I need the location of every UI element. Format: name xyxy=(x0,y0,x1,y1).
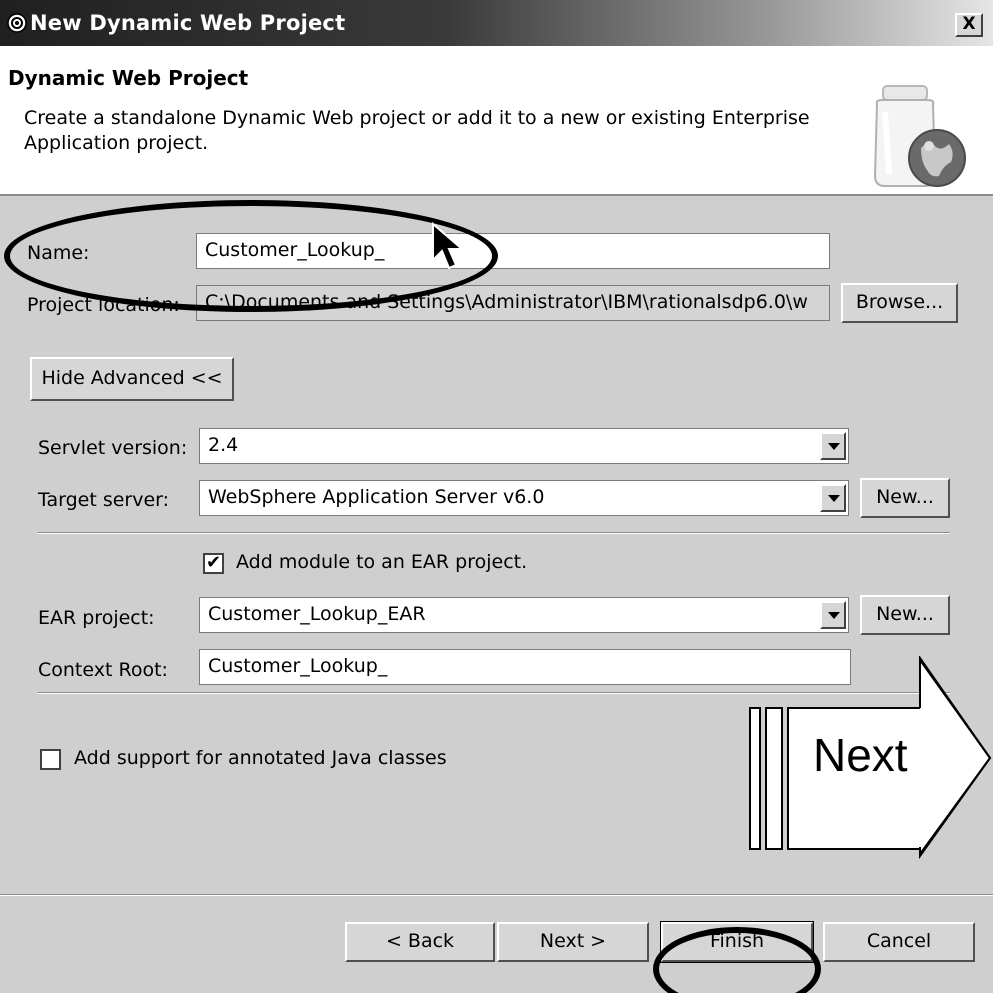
page-description: Create a standalone Dynamic Web project … xyxy=(24,107,810,154)
checkmark-icon: ✔ xyxy=(206,552,222,573)
project-location-label: Project location: xyxy=(27,294,180,316)
annotated-java-label: Add support for annotated Java classes xyxy=(74,747,447,769)
eclipse-icon xyxy=(7,13,27,33)
servlet-version-value: 2.4 xyxy=(208,434,239,456)
target-server-label: Target server: xyxy=(38,489,170,511)
chevron-down-icon[interactable] xyxy=(820,432,846,460)
ear-project-value: Customer_Lookup_EAR xyxy=(208,603,426,625)
title-bar: New Dynamic Web Project X xyxy=(0,0,993,46)
chevron-down-icon[interactable] xyxy=(820,601,846,629)
target-server-select[interactable]: WebSphere Application Server v6.0 xyxy=(199,480,849,516)
name-label: Name: xyxy=(27,242,90,264)
servlet-version-label: Servlet version: xyxy=(38,437,188,459)
ear-project-new-button[interactable]: New... xyxy=(860,595,950,635)
page-title: Dynamic Web Project xyxy=(8,66,249,90)
add-module-label: Add module to an EAR project. xyxy=(236,551,528,573)
browse-button[interactable]: Browse... xyxy=(841,283,958,323)
name-field[interactable]: Customer_Lookup_ xyxy=(196,233,830,269)
context-root-label: Context Root: xyxy=(38,659,168,681)
separator xyxy=(38,532,950,534)
ear-project-label: EAR project: xyxy=(38,607,155,629)
cancel-button[interactable]: Cancel xyxy=(823,922,975,962)
finish-button[interactable]: Finish xyxy=(660,921,814,963)
hide-advanced-button[interactable]: Hide Advanced << xyxy=(30,357,234,401)
add-module-checkbox[interactable]: ✔ xyxy=(203,553,224,574)
ear-project-select[interactable]: Customer_Lookup_EAR xyxy=(199,597,849,633)
close-button[interactable]: X xyxy=(955,13,983,37)
mouse-pointer-icon xyxy=(432,222,465,270)
wizard-banner: Dynamic Web Project Create a standalone … xyxy=(0,46,993,196)
window-title: New Dynamic Web Project xyxy=(30,11,346,35)
target-server-new-button[interactable]: New... xyxy=(860,478,950,518)
back-button[interactable]: < Back xyxy=(345,922,495,962)
target-server-value: WebSphere Application Server v6.0 xyxy=(208,486,545,508)
next-button[interactable]: Next > xyxy=(497,922,649,962)
web-project-jar-icon xyxy=(873,85,966,187)
chevron-down-icon[interactable] xyxy=(820,484,846,512)
next-callout-label: Next xyxy=(813,729,908,781)
servlet-version-select[interactable]: 2.4 xyxy=(199,428,849,464)
annotated-java-checkbox[interactable] xyxy=(40,749,61,770)
separator xyxy=(0,894,993,896)
project-location-field[interactable]: C:\Documents and Settings\Administrator\… xyxy=(196,285,830,321)
